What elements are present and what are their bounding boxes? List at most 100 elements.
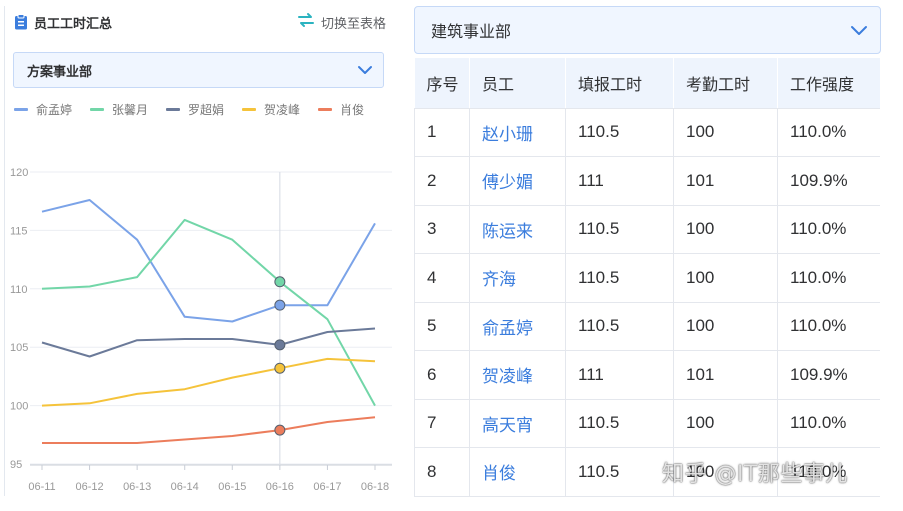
work-intensity-cell: 110.0% <box>777 253 880 303</box>
series-line <box>41 218 376 407</box>
department-select-value: 方案事业部 <box>27 64 93 80</box>
reported-hours-cell: 110.5 <box>565 302 674 351</box>
employee-hours-table: 序号 员工 填报工时 考勤工时 工作强度 1 赵小珊 110.5 100 110.0% 2… <box>414 58 880 497</box>
x-tick-label: 06-15 <box>218 481 246 493</box>
attendance-hours-cell: 100 <box>673 108 778 157</box>
work-intensity-cell: 110.0% <box>777 302 880 351</box>
x-tick-label: 06-12 <box>76 481 104 493</box>
employee-name-cell[interactable]: 傅少媚 <box>469 156 566 206</box>
employee-name-cell[interactable]: 高天宵 <box>469 399 566 448</box>
legend-item[interactable]: 贺凌峰 <box>242 100 300 118</box>
attendance-hours-cell: 100 <box>673 253 778 303</box>
header-attendance-hours[interactable]: 考勤工时 <box>673 58 778 109</box>
reported-hours-cell: 111 <box>565 156 674 206</box>
legend-label: 罗超娟 <box>188 102 225 117</box>
department-table-select[interactable]: 建筑事业部 <box>414 6 881 54</box>
table-container: 序号 员工 填报工时 考勤工时 工作强度 1 赵小珊 110.5 100 110.0% 2… <box>414 58 880 500</box>
clipboard-icon <box>14 14 28 30</box>
row-index-cell: 7 <box>414 399 470 448</box>
row-index-cell: 3 <box>414 205 470 254</box>
work-intensity-cell: 110.0% <box>777 205 880 254</box>
y-tick-label: 115 <box>10 225 28 237</box>
hours-line-chart: 95 100 105 110 115 120 06-11 06-12 06-13 06-14 06-… <box>10 167 392 493</box>
department-table-panel: 建筑事业部 序号 员工 填报工时 考勤工时 工作强度 1 赵小珊 110.5 100 1… <box>414 4 882 500</box>
legend-label: 俞孟婷 <box>36 102 73 117</box>
work-intensity-cell: 109.9% <box>777 156 880 206</box>
legend-swatch <box>318 107 333 111</box>
x-tick-label: 06-14 <box>171 481 199 493</box>
department-select[interactable]: 方案事业部 <box>13 52 384 88</box>
employee-name-cell[interactable]: 贺凌峰 <box>469 350 566 400</box>
attendance-hours-cell: 101 <box>673 350 778 400</box>
attendance-hours-cell: 100 <box>673 205 778 254</box>
y-tick-label: 105 <box>10 342 28 354</box>
highlight-point <box>274 276 286 288</box>
x-tick-label: 06-16 <box>266 481 294 493</box>
chart-legend: 俞孟婷 张馨月 罗超娟 贺凌峰 肖俊 <box>14 100 386 118</box>
series-line <box>41 327 376 358</box>
legend-label: 张馨月 <box>112 102 149 117</box>
table-row[interactable]: 7 高天宵 110.5 100 110.0% <box>414 399 880 448</box>
y-tick-label: 95 <box>10 459 22 471</box>
employee-name-cell[interactable]: 赵小珊 <box>469 108 566 157</box>
legend-item[interactable]: 俞孟婷 <box>14 100 72 118</box>
row-index-cell: 8 <box>414 447 470 497</box>
x-tick-label: 06-11 <box>28 481 55 493</box>
x-tick-label: 06-17 <box>313 481 341 493</box>
row-index-cell: 6 <box>414 350 470 400</box>
watermark: 知乎 @IT那些事儿 <box>662 462 848 487</box>
header-index[interactable]: 序号 <box>414 58 470 109</box>
table-row[interactable]: 5 俞孟婷 110.5 100 110.0% <box>414 302 880 351</box>
chevron-down-icon <box>851 25 867 35</box>
x-tick-label: 06-18 <box>361 481 389 493</box>
legend-item[interactable]: 罗超娟 <box>166 100 224 118</box>
legend-label: 贺凌峰 <box>264 102 301 117</box>
switch-to-table-button[interactable]: 切换至表格 <box>297 12 386 32</box>
work-intensity-cell: 109.9% <box>777 350 880 400</box>
table-row[interactable]: 2 傅少媚 111 101 109.9% <box>414 156 880 206</box>
reported-hours-cell: 110.5 <box>565 108 674 157</box>
table-row[interactable]: 3 陈运来 110.5 100 110.0% <box>414 205 880 254</box>
legend-swatch <box>242 107 257 111</box>
legend-item[interactable]: 肖俊 <box>318 100 364 118</box>
table-row[interactable]: 4 齐海 110.5 100 110.0% <box>414 253 880 303</box>
header-reported-hours[interactable]: 填报工时 <box>565 58 674 109</box>
row-index-cell: 4 <box>414 253 470 303</box>
series-line <box>41 199 376 323</box>
department-table-select-value: 建筑事业部 <box>431 22 512 41</box>
series-line <box>41 357 376 407</box>
employee-name-cell[interactable]: 陈运来 <box>469 205 566 254</box>
y-tick-label: 110 <box>10 284 28 296</box>
swap-arrows-icon <box>297 12 315 32</box>
highlight-point <box>274 424 286 436</box>
table-row[interactable]: 1 赵小珊 110.5 100 110.0% <box>414 108 880 157</box>
reported-hours-cell: 111 <box>565 350 674 400</box>
legend-swatch <box>166 107 181 111</box>
highlight-point <box>274 299 286 311</box>
legend-item[interactable]: 张馨月 <box>90 100 148 118</box>
header-employee[interactable]: 员工 <box>469 58 566 109</box>
chevron-down-icon <box>358 66 372 74</box>
y-tick-label: 120 <box>10 167 28 179</box>
highlight-point <box>274 362 286 374</box>
row-index-cell: 2 <box>414 156 470 206</box>
panel-title-group: 员工工时汇总 <box>14 13 112 32</box>
table-row[interactable]: 6 贺凌峰 111 101 109.9% <box>414 350 880 400</box>
employee-name-cell[interactable]: 齐海 <box>469 253 566 303</box>
reported-hours-cell: 110.5 <box>565 253 674 303</box>
header-work-intensity[interactable]: 工作强度 <box>777 58 880 109</box>
y-tick-label: 100 <box>10 401 28 413</box>
reported-hours-cell: 110.5 <box>565 205 674 254</box>
panel-header: 员工工时汇总 切换至表格 <box>14 10 386 34</box>
legend-label: 肖俊 <box>340 102 365 117</box>
attendance-hours-cell: 101 <box>673 156 778 206</box>
work-intensity-cell: 110.0% <box>777 399 880 448</box>
legend-swatch <box>90 107 105 111</box>
hours-summary-panel: 员工工时汇总 切换至表格 方案事业部 俞孟婷 张馨月 罗超娟 贺凌峰 肖俊 95 100 1… <box>0 0 392 511</box>
employee-name-cell[interactable]: 肖俊 <box>469 447 566 497</box>
x-tick-label: 06-13 <box>123 481 151 493</box>
reported-hours-cell: 110.5 <box>565 399 674 448</box>
legend-swatch <box>14 107 28 111</box>
employee-name-cell[interactable]: 俞孟婷 <box>469 302 566 351</box>
row-index-cell: 1 <box>414 108 470 157</box>
